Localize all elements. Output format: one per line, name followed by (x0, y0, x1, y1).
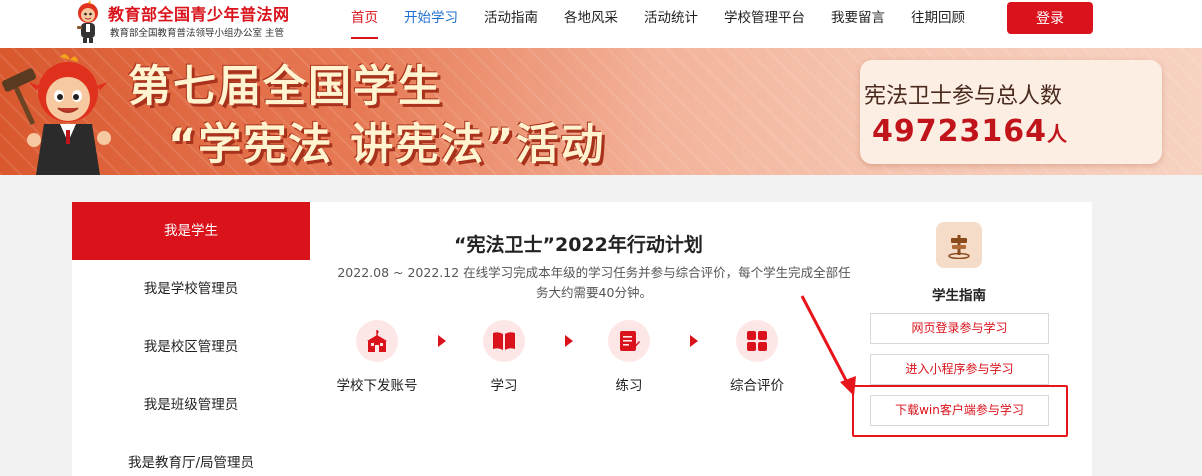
book-icon (483, 320, 525, 362)
download-client-button[interactable]: 下载win客户端参与学习 (870, 395, 1049, 426)
counter-value: 49723164人 (872, 114, 1068, 149)
plan-description: 2022.08 ~ 2022.12 在线学习完成本年级的学习任务并参与综合评价，… (337, 265, 851, 300)
step-item: 学校下发账号 (332, 320, 422, 394)
miniprogram-button[interactable]: 进入小程序参与学习 (870, 354, 1049, 385)
step-item: 学习 (459, 320, 549, 394)
site-subtitle: 教育部全国教育普法领导小组办公室 主管 (110, 28, 285, 39)
counter-number: 49723164 (872, 114, 1047, 149)
step-label: 学校下发账号 (336, 378, 418, 394)
step-item: 综合评价 (712, 320, 802, 394)
school-icon (356, 320, 398, 362)
counter-label: 宪法卫士参与总人数 (864, 84, 1063, 109)
grid-icon (736, 320, 778, 362)
process-steps: 学校下发账号 学习 练习 综合评价 (332, 320, 832, 400)
mascot-logo-icon[interactable] (70, 0, 106, 44)
nav-activity-guide[interactable]: 活动指南 (471, 0, 551, 48)
guide-title: 学生指南 (932, 288, 986, 304)
nav-start-learning[interactable]: 开始学习 (391, 0, 471, 48)
site-title[interactable]: 教育部全国青少年普法网 (108, 1, 290, 25)
step-arrow-icon (438, 335, 446, 347)
participant-counter: 宪法卫士参与总人数 49723164人 (860, 60, 1162, 164)
banner-title-line2: “学宪法 讲宪法”活动 (168, 120, 606, 170)
nav-regional-showcase[interactable]: 各地风采 (551, 0, 631, 48)
top-header: 教育部全国青少年普法网 教育部全国教育普法领导小组办公室 主管 首页 开始学习 … (0, 0, 1202, 48)
web-login-button[interactable]: 网页登录参与学习 (870, 313, 1049, 344)
login-button[interactable]: 登录 (1007, 2, 1093, 34)
nav-school-platform[interactable]: 学校管理平台 (711, 0, 818, 48)
step-arrow-icon (565, 335, 573, 347)
role-item-bureau-admin[interactable]: 我是教育厅/局管理员 (72, 434, 310, 476)
banner-title-line1: 第七届全国学生 (128, 62, 443, 112)
activity-banner[interactable]: 第七届全国学生 “学宪法 讲宪法”活动 宪法卫士参与总人数 49723164人 (0, 48, 1202, 175)
step-label: 综合评价 (730, 378, 784, 394)
mascot-judge-icon (2, 54, 111, 175)
nav-home[interactable]: 首页 (338, 0, 391, 48)
step-item: 练习 (584, 320, 674, 394)
signpost-icon (936, 222, 982, 268)
main-nav: 首页 开始学习 活动指南 各地风采 活动统计 学校管理平台 我要留言 往期回顾 (338, 0, 978, 48)
role-menu: 我是学生 我是学校管理员 我是校区管理员 我是班级管理员 我是教育厅/局管理员 (72, 202, 310, 476)
nav-leave-message[interactable]: 我要留言 (818, 0, 898, 48)
nav-activity-stats[interactable]: 活动统计 (631, 0, 711, 48)
counter-unit: 人 (1047, 122, 1068, 146)
step-label: 学习 (490, 378, 518, 394)
main-panel: “宪法卫士”2022年行动计划 2022.08 ~ 2022.12 在线学习完成… (310, 202, 1092, 476)
step-arrow-icon (690, 335, 698, 347)
exercise-icon (608, 320, 650, 362)
plan-title: “宪法卫士”2022年行动计划 (454, 234, 703, 256)
role-item-campus-admin[interactable]: 我是校区管理员 (72, 318, 310, 376)
step-label: 练习 (615, 378, 643, 394)
nav-past-review[interactable]: 往期回顾 (898, 0, 978, 48)
role-item-student[interactable]: 我是学生 (72, 202, 310, 260)
role-item-class-admin[interactable]: 我是班级管理员 (72, 376, 310, 434)
role-item-school-admin[interactable]: 我是学校管理员 (72, 260, 310, 318)
